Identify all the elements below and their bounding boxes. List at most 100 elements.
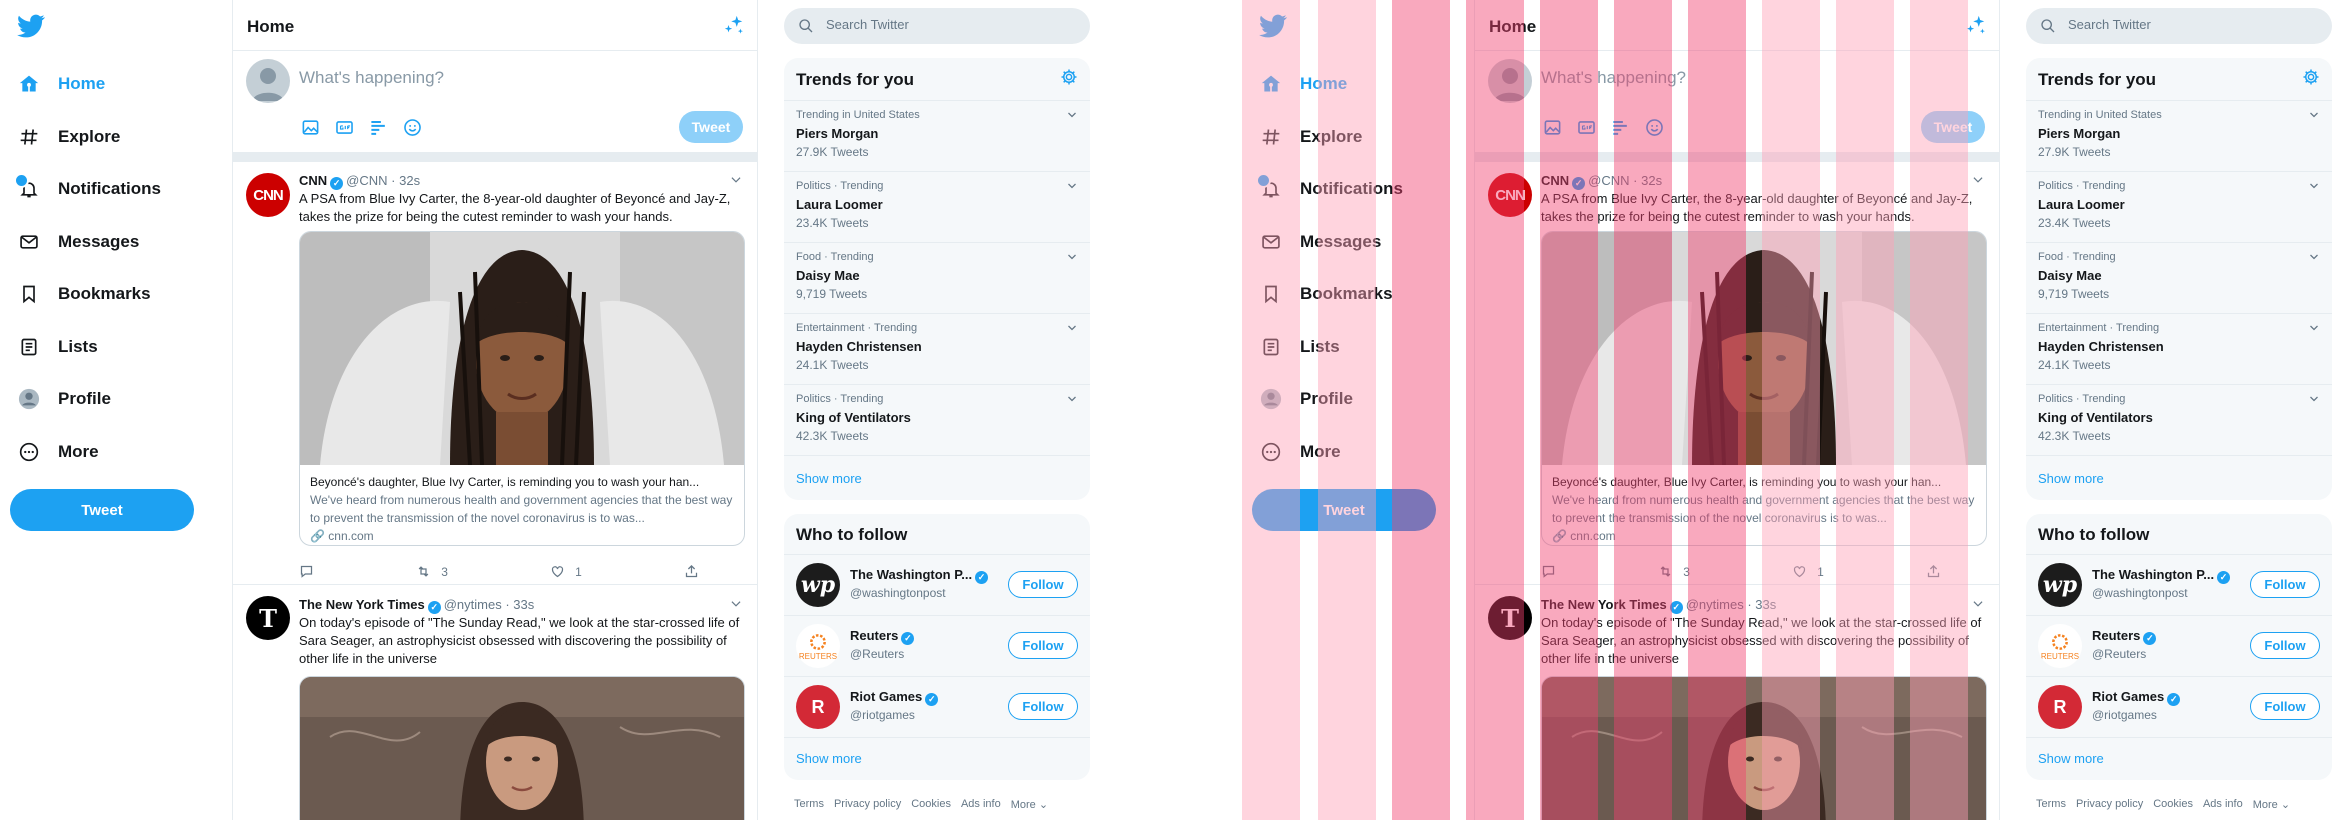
gear-icon[interactable] bbox=[2302, 68, 2320, 86]
follow-suggestion[interactable]: wp The Washington P... ✓ @washingtonpost … bbox=[2026, 554, 2332, 616]
nav-item-more[interactable]: More bbox=[0, 426, 228, 479]
follow-suggestion[interactable]: REUTERS Reuters ✓ @Reuters Follow bbox=[2026, 615, 2332, 677]
sparkle-icon[interactable] bbox=[1965, 14, 1987, 36]
footer-link-more[interactable]: More ⌄ bbox=[1011, 798, 1048, 811]
trend-item[interactable]: Politics · Trending Laura Loomer 23.4K T… bbox=[784, 171, 1090, 243]
trend-item[interactable]: Trending in United States Piers Morgan 2… bbox=[784, 100, 1090, 172]
gif-icon[interactable] bbox=[1575, 116, 1597, 138]
follow-button[interactable]: Follow bbox=[1008, 632, 1078, 659]
twitter-logo-icon[interactable] bbox=[16, 12, 46, 40]
composer-tweet-button[interactable]: Tweet bbox=[679, 111, 743, 143]
gif-icon[interactable] bbox=[333, 116, 355, 138]
trend-item[interactable]: Trending in United States Piers Morgan 2… bbox=[2026, 100, 2332, 172]
avatar[interactable]: R bbox=[796, 685, 840, 729]
author-handle[interactable]: @nytimes bbox=[444, 597, 502, 612]
nav-item-home[interactable]: Home bbox=[1242, 58, 1470, 111]
avatar[interactable] bbox=[1488, 59, 1532, 103]
nav-item-explore[interactable]: Explore bbox=[1242, 111, 1470, 164]
reply-button[interactable] bbox=[299, 564, 314, 579]
image-icon[interactable] bbox=[1541, 116, 1563, 138]
tweet-time[interactable]: · 32s bbox=[1633, 173, 1662, 188]
nav-item-lists[interactable]: Lists bbox=[0, 321, 228, 374]
share-button[interactable] bbox=[1926, 564, 1941, 579]
footer-link-ads-info[interactable]: Ads info bbox=[961, 798, 1001, 811]
sidebar-tweet-button[interactable]: Tweet bbox=[10, 489, 194, 531]
follow-button[interactable]: Follow bbox=[2250, 693, 2320, 720]
search-box[interactable] bbox=[784, 8, 1090, 44]
avatar[interactable]: CNN bbox=[1488, 173, 1532, 217]
chevron-down-icon[interactable] bbox=[1971, 173, 1985, 187]
nav-item-notifications[interactable]: Notifications bbox=[1242, 163, 1470, 216]
tweet-cnn[interactable]: CNN CNN ✓ @CNN · 32s A PSA from Blue Ivy C… bbox=[233, 163, 757, 583]
trends-show-more-link[interactable]: Show more bbox=[2038, 471, 2104, 486]
author-handle[interactable]: @CNN bbox=[1588, 173, 1629, 188]
tweet-time[interactable]: · 32s bbox=[391, 173, 420, 188]
follow-show-more-link[interactable]: Show more bbox=[796, 751, 862, 766]
author-handle[interactable]: @nytimes bbox=[1686, 597, 1744, 612]
trend-item[interactable]: Entertainment · Trending Hayden Christen… bbox=[784, 313, 1090, 385]
tweet-time[interactable]: · 33s bbox=[505, 597, 534, 612]
search-box[interactable] bbox=[2026, 8, 2332, 44]
footer-link-privacy[interactable]: Privacy policy bbox=[2076, 798, 2143, 811]
author-name[interactable]: The New York Times bbox=[299, 597, 425, 612]
author-name[interactable]: CNN bbox=[299, 173, 327, 188]
follow-button[interactable]: Follow bbox=[2250, 632, 2320, 659]
chevron-down-icon[interactable] bbox=[1066, 180, 1078, 192]
author-name[interactable]: The New York Times bbox=[1541, 597, 1667, 612]
gear-icon[interactable] bbox=[1060, 68, 1078, 86]
follow-button[interactable]: Follow bbox=[1008, 693, 1078, 720]
follow-suggestion[interactable]: R Riot Games ✓ @riotgames Follow bbox=[784, 676, 1090, 738]
nav-item-bookmarks[interactable]: Bookmarks bbox=[1242, 268, 1470, 321]
footer-link-terms[interactable]: Terms bbox=[794, 798, 824, 811]
nav-item-lists[interactable]: Lists bbox=[1242, 321, 1470, 374]
chevron-down-icon[interactable] bbox=[1066, 393, 1078, 405]
sparkle-icon[interactable] bbox=[723, 14, 745, 36]
follow-suggestion[interactable]: REUTERS Reuters ✓ @Reuters Follow bbox=[784, 615, 1090, 677]
nav-item-home[interactable]: Home bbox=[0, 58, 228, 111]
chevron-down-icon[interactable] bbox=[1066, 251, 1078, 263]
search-input[interactable] bbox=[826, 17, 1076, 32]
poll-icon[interactable] bbox=[1609, 116, 1631, 138]
footer-link-more[interactable]: More ⌄ bbox=[2253, 798, 2290, 811]
follow-suggestion[interactable]: R Riot Games ✓ @riotgames Follow bbox=[2026, 676, 2332, 738]
retweet-button[interactable]: 3 bbox=[1658, 564, 1690, 579]
chevron-down-icon[interactable] bbox=[729, 597, 743, 611]
trends-show-more-link[interactable]: Show more bbox=[796, 471, 862, 486]
poll-icon[interactable] bbox=[367, 116, 389, 138]
nav-item-more[interactable]: More bbox=[1242, 426, 1470, 479]
trend-item[interactable]: Politics · Trending Laura Loomer 23.4K T… bbox=[2026, 171, 2332, 243]
avatar[interactable]: CNN bbox=[246, 173, 290, 217]
avatar[interactable]: REUTERS bbox=[796, 624, 840, 668]
chevron-down-icon[interactable] bbox=[2308, 322, 2320, 334]
trend-item[interactable]: Food · Trending Daisy Mae 9,719 Tweets bbox=[2026, 242, 2332, 314]
avatar[interactable]: T bbox=[246, 596, 290, 640]
author-handle[interactable]: @CNN bbox=[346, 173, 387, 188]
chevron-down-icon[interactable] bbox=[2308, 180, 2320, 192]
avatar[interactable]: wp bbox=[2038, 563, 2082, 607]
avatar[interactable]: T bbox=[1488, 596, 1532, 640]
follow-suggestion[interactable]: wp The Washington P... ✓ @washingtonpost … bbox=[784, 554, 1090, 616]
tweet-time[interactable]: · 33s bbox=[1747, 597, 1776, 612]
follow-button[interactable]: Follow bbox=[2250, 571, 2320, 598]
trend-item[interactable]: Politics · Trending King of Ventilators … bbox=[2026, 384, 2332, 456]
chevron-down-icon[interactable] bbox=[1066, 322, 1078, 334]
like-button[interactable]: 1 bbox=[550, 564, 582, 579]
sidebar-tweet-button[interactable]: Tweet bbox=[1252, 489, 1436, 531]
footer-link-privacy[interactable]: Privacy policy bbox=[834, 798, 901, 811]
avatar[interactable]: REUTERS bbox=[2038, 624, 2082, 668]
nav-item-profile[interactable]: Profile bbox=[0, 373, 228, 426]
nav-item-messages[interactable]: Messages bbox=[0, 216, 228, 269]
link-card[interactable]: Beyoncé's daughter, Blue Ivy Carter, is … bbox=[1541, 231, 1987, 546]
trend-item[interactable]: Food · Trending Daisy Mae 9,719 Tweets bbox=[784, 242, 1090, 314]
nav-item-messages[interactable]: Messages bbox=[1242, 216, 1470, 269]
image-icon[interactable] bbox=[299, 116, 321, 138]
nav-item-notifications[interactable]: Notifications bbox=[0, 163, 228, 216]
avatar[interactable] bbox=[246, 59, 290, 103]
footer-link-cookies[interactable]: Cookies bbox=[2153, 798, 2193, 811]
retweet-button[interactable]: 3 bbox=[416, 564, 448, 579]
tweet-cnn[interactable]: CNN CNN ✓ @CNN · 32s A PSA from Blue Ivy C… bbox=[1475, 163, 1999, 583]
chevron-down-icon[interactable] bbox=[2308, 393, 2320, 405]
footer-link-ads-info[interactable]: Ads info bbox=[2203, 798, 2243, 811]
like-button[interactable]: 1 bbox=[1792, 564, 1824, 579]
follow-button[interactable]: Follow bbox=[1008, 571, 1078, 598]
